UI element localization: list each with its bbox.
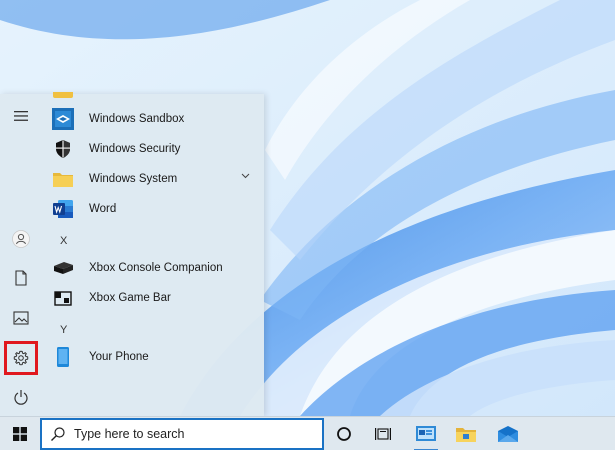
phone-icon (52, 346, 74, 368)
app-item-word[interactable]: Word (42, 194, 264, 224)
pictures-button[interactable] (4, 303, 38, 333)
start-menu: Windows Sandbox Windows Security Windows… (0, 92, 264, 416)
taskbar-search-box[interactable] (40, 418, 324, 450)
app-item-your-phone[interactable]: Your Phone (42, 342, 264, 372)
task-view-button[interactable] (364, 417, 402, 450)
app-label: Your Phone (89, 351, 149, 363)
control-panel-button[interactable] (407, 417, 445, 450)
app-item-xbox-game-bar[interactable]: Xbox Game Bar (42, 283, 264, 313)
mail-icon (498, 426, 518, 442)
app-item-windows-security[interactable]: Windows Security (42, 134, 264, 164)
group-letter-x[interactable]: X (60, 235, 67, 247)
cortana-button[interactable] (325, 417, 363, 450)
power-icon (14, 390, 28, 405)
hamburger-menu-icon (14, 111, 28, 121)
app-label: Windows Security (89, 143, 181, 155)
windows-start-icon (13, 427, 27, 441)
hamburger-menu-button[interactable] (4, 101, 38, 131)
folder-icon (52, 168, 74, 190)
app-list: Windows Sandbox Windows Security Windows… (42, 92, 264, 416)
pictures-icon (13, 311, 29, 325)
app-item-xbox-console-companion[interactable]: Xbox Console Companion (42, 253, 264, 283)
app-label: Windows System (89, 173, 178, 185)
power-button[interactable] (4, 382, 38, 412)
chevron-down-icon (241, 173, 250, 179)
taskbar (0, 416, 615, 450)
control-panel-icon (416, 426, 436, 441)
mail-button[interactable] (489, 417, 527, 450)
app-item-windows-system[interactable]: Windows System (42, 164, 264, 194)
xbox-game-bar-icon (52, 287, 74, 309)
documents-icon (15, 270, 27, 286)
app-item-windows-sandbox[interactable]: Windows Sandbox (42, 104, 264, 134)
task-view-icon (375, 428, 391, 440)
app-label: Xbox Game Bar (89, 292, 171, 304)
file-explorer-icon (456, 428, 476, 442)
app-label: Word (89, 203, 117, 215)
app-label: Xbox Console Companion (89, 262, 223, 274)
file-explorer-button[interactable] (447, 417, 485, 450)
app-label: Windows Sandbox (89, 113, 185, 125)
start-button[interactable] (0, 417, 40, 450)
cortana-icon (337, 427, 351, 441)
word-icon (52, 198, 74, 220)
user-account-button[interactable] (4, 224, 38, 254)
shield-icon (52, 138, 74, 160)
partial-folder-icon (53, 92, 73, 98)
user-account-icon (12, 230, 30, 248)
settings-highlight-box (4, 341, 38, 375)
xbox-console-icon (52, 257, 74, 279)
group-letter-y[interactable]: Y (60, 324, 67, 336)
documents-button[interactable] (4, 263, 38, 293)
search-input[interactable] (74, 427, 304, 441)
search-icon (50, 426, 66, 442)
start-menu-rail (0, 94, 42, 416)
windows-sandbox-icon (52, 108, 74, 130)
